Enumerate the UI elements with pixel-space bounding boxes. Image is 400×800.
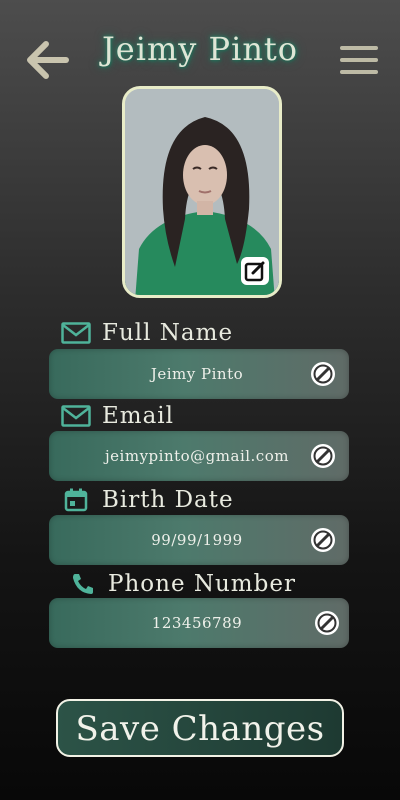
- edit-photo-button[interactable]: [241, 257, 269, 285]
- calendar-icon: [60, 487, 92, 513]
- edit-icon: [313, 446, 333, 466]
- phone-label-row: Phone Number: [66, 569, 296, 599]
- birth-date-label-row: Birth Date: [60, 485, 234, 515]
- profile-photo: [122, 86, 282, 298]
- full-name-label-row: Full Name: [60, 318, 233, 348]
- birth-date-label: Birth Date: [102, 487, 234, 513]
- arrow-left-icon: [27, 41, 69, 79]
- edit-phone-button[interactable]: [315, 611, 339, 635]
- mail-icon: [60, 320, 92, 346]
- full-name-label: Full Name: [102, 320, 234, 346]
- phone-label: Phone Number: [108, 571, 296, 597]
- edit-icon: [317, 613, 337, 633]
- edit-email-button[interactable]: [311, 444, 335, 468]
- email-label: Email: [102, 403, 175, 429]
- email-value: jeimypinto@gmail.com: [105, 447, 289, 465]
- menu-button[interactable]: [336, 42, 382, 78]
- full-name-field[interactable]: Jeimy Pinto: [49, 349, 349, 399]
- edit-icon: [313, 364, 333, 384]
- email-field[interactable]: jeimypinto@gmail.com: [49, 431, 349, 481]
- hamburger-menu-icon: [340, 46, 378, 74]
- full-name-value: Jeimy Pinto: [150, 365, 244, 383]
- birth-date-value: 99/99/1999: [151, 531, 243, 549]
- edit-square-icon: [244, 261, 265, 282]
- email-label-row: Email: [60, 401, 174, 431]
- save-changes-button[interactable]: Save Changes: [56, 699, 344, 757]
- birth-date-field[interactable]: 99/99/1999: [49, 515, 349, 565]
- page-title: Jeimy Pinto: [101, 30, 299, 68]
- phone-value: 123456789: [151, 614, 243, 632]
- phone-icon: [66, 571, 98, 597]
- edit-birth-date-button[interactable]: [311, 528, 335, 552]
- mail-icon: [60, 403, 92, 429]
- edit-icon: [313, 530, 333, 550]
- edit-full-name-button[interactable]: [311, 362, 335, 386]
- back-button[interactable]: [22, 38, 70, 82]
- phone-field[interactable]: 123456789: [49, 598, 349, 648]
